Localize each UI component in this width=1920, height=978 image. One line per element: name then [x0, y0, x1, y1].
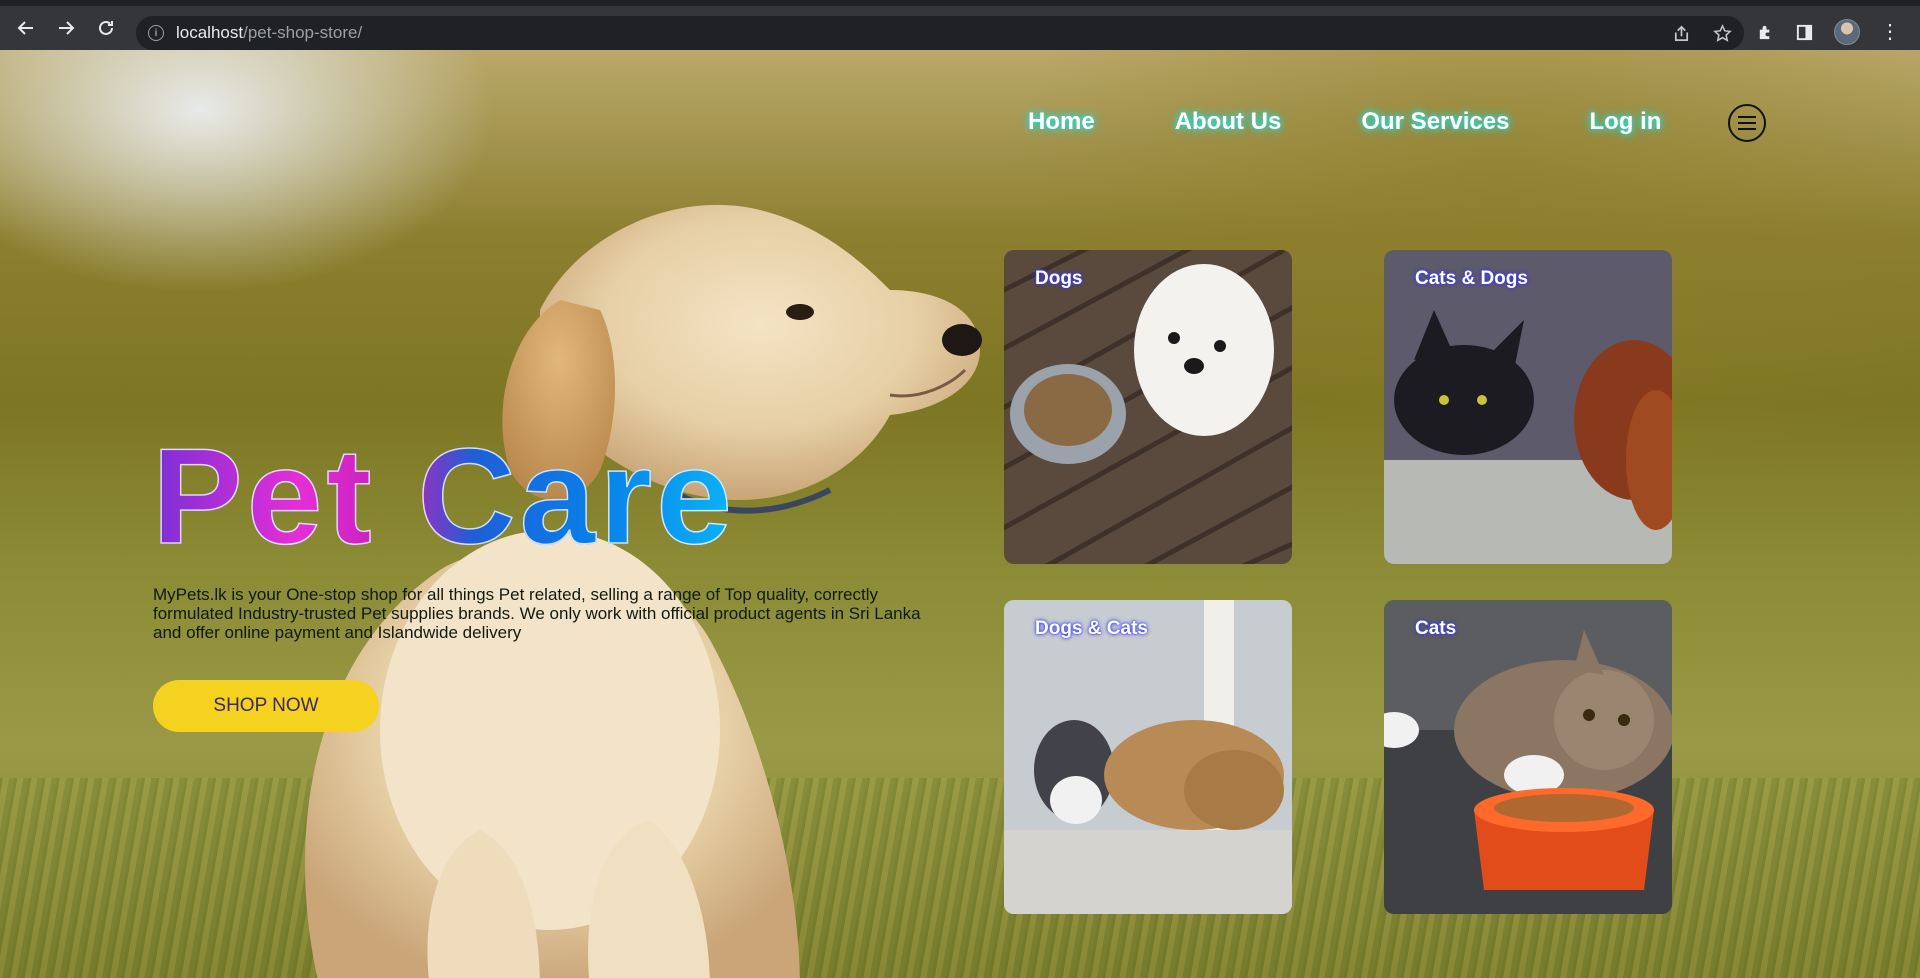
card-label-dogs: Dogs	[1035, 268, 1083, 289]
browser-toolbar: i localhost/pet-shop-store/ ⋮	[0, 0, 1920, 50]
profile-avatar[interactable]	[1834, 19, 1860, 45]
nav-about-link[interactable]: About Us	[1175, 108, 1282, 136]
puppy-image	[305, 204, 982, 978]
side-panel-icon[interactable]	[1795, 23, 1814, 42]
nav-services-link[interactable]: Our Services	[1361, 108, 1509, 136]
hamburger-menu-icon[interactable]	[1728, 104, 1766, 142]
address-bar[interactable]: i localhost/pet-shop-store/	[136, 16, 1744, 50]
nav-home-link[interactable]: Home	[1028, 108, 1095, 136]
card-label-cats: Cats	[1415, 618, 1457, 639]
shop-now-button[interactable]: SHOP NOW	[153, 680, 379, 732]
category-card-cats-and-dogs[interactable]: Cats & Dogs	[1384, 250, 1672, 564]
main-navigation: Home About Us Our Services Log in	[1028, 108, 1661, 136]
category-card-cats[interactable]: Cats	[1384, 600, 1672, 914]
cats-and-dogs-photo	[1384, 250, 1672, 564]
nav-login-link[interactable]: Log in	[1589, 108, 1661, 136]
extensions-icon[interactable]	[1756, 23, 1775, 42]
cats-photo	[1384, 600, 1672, 914]
url-text: localhost/pet-shop-store/	[176, 23, 363, 42]
forward-icon[interactable]	[46, 8, 86, 48]
page-background: Home About Us Our Services Log in Pet Ca…	[0, 50, 1920, 978]
dogs-and-cats-photo	[1004, 600, 1292, 914]
hero-title: Pet Care	[151, 420, 736, 572]
dogs-photo	[1004, 250, 1292, 564]
category-card-dogs[interactable]: Dogs	[1004, 250, 1292, 564]
card-label-cats-and-dogs: Cats & Dogs	[1415, 268, 1528, 289]
bookmark-star-icon[interactable]	[1713, 23, 1732, 43]
category-card-dogs-and-cats[interactable]: Dogs & Cats	[1004, 600, 1292, 914]
card-label-dogs-and-cats: Dogs & Cats	[1035, 618, 1148, 639]
reload-icon[interactable]	[86, 8, 126, 48]
share-icon[interactable]	[1672, 24, 1691, 43]
site-info-icon[interactable]: i	[148, 25, 164, 41]
browser-menu-icon[interactable]: ⋮	[1880, 22, 1900, 42]
hero-description: MyPets.lk is your One-stop shop for all …	[153, 585, 921, 642]
back-icon[interactable]	[6, 8, 46, 48]
